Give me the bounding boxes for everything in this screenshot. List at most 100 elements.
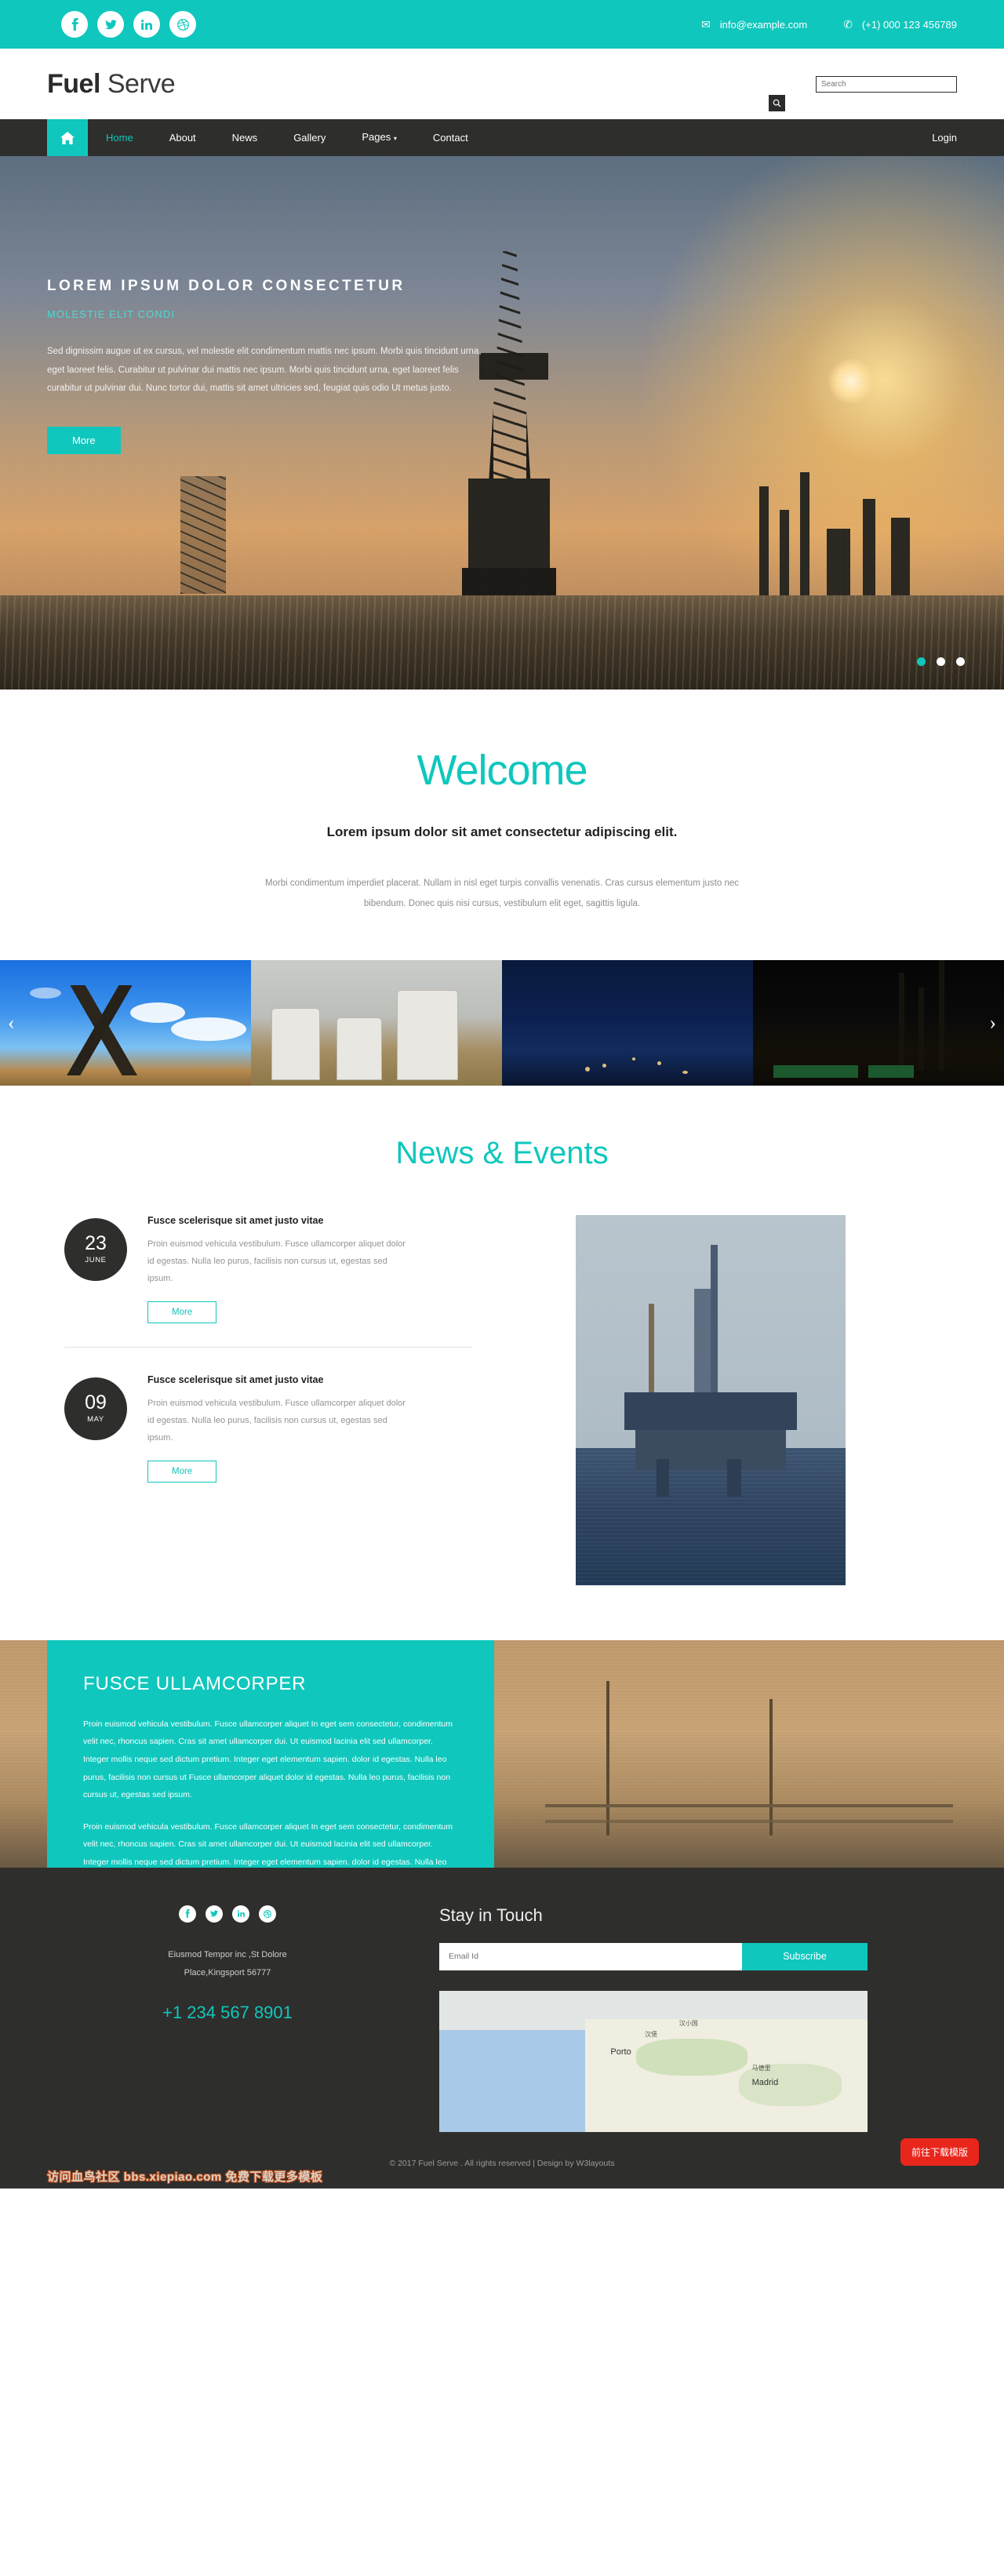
map-label-madrid: Madrid bbox=[751, 2078, 779, 2088]
news-more-button[interactable]: More bbox=[147, 1460, 217, 1483]
watermark-text: 访问血鸟社区 bbs.xiepiao.com 免费下载更多模板 bbox=[47, 2170, 323, 2184]
feature-panel: FUSCE ULLAMCORPER Proin euismod vehicula… bbox=[47, 1639, 494, 1868]
logo-light: Serve bbox=[100, 68, 176, 99]
feature-title: FUSCE ULLAMCORPER bbox=[83, 1672, 307, 1694]
welcome-heading: Welcome bbox=[417, 747, 587, 794]
nav-item-contact[interactable]: Contact bbox=[415, 119, 486, 156]
footer-address-line-2: Place,Kingsport 56777 bbox=[184, 1967, 271, 1977]
footer-subscribe-column: Stay in Touch Subscribe Porto Madrid 马德里… bbox=[439, 1905, 957, 2132]
top-social-list bbox=[61, 11, 196, 38]
home-icon bbox=[60, 131, 75, 144]
dribbble-icon[interactable] bbox=[259, 1905, 276, 1923]
nav-right: Login bbox=[932, 119, 957, 156]
hero-slider-dots bbox=[917, 657, 965, 666]
nav-home-icon-button[interactable] bbox=[47, 119, 88, 156]
top-contacts: ✉ info@example.com ✆ (+1) 000 123 456789 bbox=[701, 19, 957, 31]
footer-social-list bbox=[47, 1905, 408, 1923]
footer-phone[interactable]: +1 234 567 8901 bbox=[47, 2003, 408, 2023]
facebook-icon[interactable] bbox=[179, 1905, 196, 1923]
news-date-badge: 09 MAY bbox=[64, 1377, 127, 1440]
nav-links: Home About News Gallery Pages ▾ Contact bbox=[88, 119, 486, 156]
welcome-paragraph: Morbi condimentum imperdiet placerat. Nu… bbox=[264, 879, 739, 909]
news-list: 23 JUNE Fusce scelerisque sit amet justo… bbox=[47, 1215, 549, 1483]
offshore-rig-photo bbox=[576, 1214, 846, 1585]
feature-paragraph-2: Proin euismod vehicula vestibulum. Fusce… bbox=[83, 1821, 453, 1867]
chevron-down-icon: ▾ bbox=[393, 135, 397, 142]
search-area bbox=[769, 75, 957, 111]
map-label-madrid-cn: 马德里 bbox=[751, 2065, 771, 2072]
email-contact[interactable]: ✉ info@example.com bbox=[701, 19, 807, 31]
email-field[interactable] bbox=[439, 1942, 742, 1970]
copyright-text: © 2017 Fuel Serve . All rights reserved … bbox=[389, 2158, 615, 2168]
news-item-title: Fusce scelerisque sit amet justo vitae bbox=[147, 1374, 324, 1385]
hero-dot-1[interactable] bbox=[917, 657, 926, 666]
search-button[interactable] bbox=[769, 94, 785, 111]
gallery-item-refinery[interactable] bbox=[502, 959, 753, 1086]
map-label-porto: Porto bbox=[610, 2047, 631, 2057]
news-more-button[interactable]: More bbox=[147, 1301, 217, 1323]
gallery-item-pumpjack[interactable] bbox=[0, 959, 251, 1086]
header-bar: Fuel Serve bbox=[0, 49, 1004, 119]
news-item: 09 MAY Fusce scelerisque sit amet justo … bbox=[64, 1374, 549, 1483]
hero-paragraph: Sed dignissim augue ut ex cursus, vel mo… bbox=[47, 347, 482, 394]
top-bar: ✉ info@example.com ✆ (+1) 000 123 456789 bbox=[0, 0, 1004, 49]
phone-text: (+1) 000 123 456789 bbox=[861, 18, 957, 31]
news-date-month: JUNE bbox=[85, 1256, 107, 1265]
linkedin-icon[interactable] bbox=[232, 1905, 249, 1923]
hero-slider: Lorem ipsum dolor consectetur Molestie e… bbox=[0, 156, 1004, 689]
hero-dot-3[interactable] bbox=[956, 657, 965, 666]
feature-paragraph-1: Proin euismod vehicula vestibulum. Fusce… bbox=[83, 1719, 453, 1800]
hero-more-button[interactable]: More bbox=[47, 426, 121, 454]
nav-item-news[interactable]: News bbox=[214, 119, 276, 156]
facebook-icon[interactable] bbox=[61, 11, 88, 38]
footer-contact-column: Eiusmod Tempor inc ,St Dolore Place,King… bbox=[47, 1905, 408, 2132]
nav-item-pages-label: Pages bbox=[362, 131, 391, 143]
stay-in-touch-heading: Stay in Touch bbox=[439, 1905, 543, 1925]
news-item-text: Proin euismod vehicula vestibulum. Fusce… bbox=[147, 1239, 406, 1283]
site-logo[interactable]: Fuel Serve bbox=[47, 68, 176, 100]
hero-title: Lorem ipsum dolor consectetur bbox=[47, 278, 406, 294]
gallery-next-button[interactable]: › bbox=[989, 1011, 996, 1035]
hero-subtitle: Molestie elit condi bbox=[47, 308, 175, 320]
page-root: ✉ info@example.com ✆ (+1) 000 123 456789… bbox=[0, 0, 1004, 2189]
nav-item-about[interactable]: About bbox=[151, 119, 214, 156]
feature-section: FUSCE ULLAMCORPER Proin euismod vehicula… bbox=[0, 1639, 1004, 1868]
news-item-text: Proin euismod vehicula vestibulum. Fusce… bbox=[147, 1398, 406, 1443]
linkedin-icon[interactable] bbox=[133, 11, 160, 38]
main-navigation: Home About News Gallery Pages ▾ Contact … bbox=[0, 119, 1004, 156]
news-date-day: 23 bbox=[85, 1232, 107, 1255]
twitter-icon[interactable] bbox=[206, 1905, 223, 1923]
news-heading: News & Events bbox=[395, 1135, 609, 1170]
news-date-badge: 23 JUNE bbox=[64, 1217, 127, 1281]
welcome-section: Welcome Lorem ipsum dolor sit amet conse… bbox=[0, 689, 1004, 960]
nav-item-home[interactable]: Home bbox=[88, 119, 151, 156]
nav-item-pages[interactable]: Pages ▾ bbox=[344, 118, 415, 157]
map-label-hamburg-cn: 汉堡 bbox=[645, 2031, 658, 2039]
map-label-other-cn: 汉小国 bbox=[678, 2019, 698, 2027]
dribbble-icon[interactable] bbox=[169, 11, 196, 38]
gallery-carousel: ‹ › bbox=[0, 959, 1004, 1086]
news-section: News & Events 23 JUNE Fusce scelerisque … bbox=[0, 1086, 1004, 1640]
search-input[interactable] bbox=[816, 75, 957, 93]
footer-address-line-1: Eiusmod Tempor inc ,St Dolore bbox=[168, 1949, 287, 1959]
news-item-title: Fusce scelerisque sit amet justo vitae bbox=[147, 1214, 324, 1226]
nav-item-login[interactable]: Login bbox=[932, 119, 957, 156]
phone-icon: ✆ bbox=[843, 18, 853, 31]
news-item: 23 JUNE Fusce scelerisque sit amet justo… bbox=[64, 1215, 549, 1323]
download-template-badge[interactable]: 前往下载模版 bbox=[900, 2138, 979, 2166]
copyright-bar: © 2017 Fuel Serve . All rights reserved … bbox=[0, 2131, 1004, 2189]
news-date-day: 09 bbox=[85, 1392, 107, 1414]
footer: Eiusmod Tempor inc ,St Dolore Place,King… bbox=[0, 1867, 1004, 2132]
subscribe-form: Subscribe bbox=[439, 1942, 868, 1970]
nav-item-gallery[interactable]: Gallery bbox=[275, 119, 344, 156]
twitter-icon[interactable] bbox=[97, 11, 124, 38]
gallery-item-tanks[interactable] bbox=[251, 959, 502, 1086]
footer-map[interactable]: Porto Madrid 马德里 汉堡 汉小国 bbox=[439, 1990, 868, 2132]
welcome-subheading: Lorem ipsum dolor sit amet consectetur a… bbox=[326, 824, 678, 839]
email-text: info@example.com bbox=[719, 18, 808, 31]
hero-dot-2[interactable] bbox=[937, 657, 945, 666]
subscribe-button[interactable]: Subscribe bbox=[742, 1942, 868, 1970]
phone-contact[interactable]: ✆ (+1) 000 123 456789 bbox=[843, 19, 957, 31]
gallery-item-powerplant[interactable] bbox=[753, 959, 1004, 1086]
gallery-prev-button[interactable]: ‹ bbox=[8, 1011, 15, 1035]
